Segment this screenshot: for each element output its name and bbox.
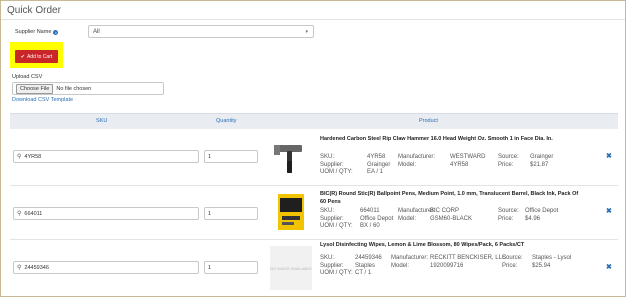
source-values-col: Staples - Lysol $25.94 (532, 255, 572, 269)
header-quantity: Quantity (216, 118, 237, 124)
sku-values-col: 4YR58 Grainger EA / 1 (367, 154, 391, 175)
close-icon[interactable]: ✖ (606, 207, 612, 215)
choose-file-button[interactable]: Choose File (16, 83, 54, 94)
sku-label-col: SKU: Supplier: UOM / QTY: (320, 154, 353, 175)
source-label-col: Source: Price: (498, 154, 519, 168)
supplier-label-text: Supplier Name (15, 29, 52, 35)
header-product: Product (419, 118, 438, 124)
sku-value: 4YR58 (24, 153, 42, 160)
table-row: ⚲ 24459346 1 NO IMAGE AVAILABLE Lysol Di… (10, 240, 618, 297)
header-sku: SKU (96, 118, 108, 124)
sku-value: 24459346 (24, 264, 49, 271)
search-icon: ⚲ (17, 154, 22, 160)
table-row: ⚲ 4YR58 1 Hardened Carbon Steel Rip Claw… (10, 129, 618, 186)
check-icon: ✔ (20, 53, 25, 60)
download-csv-template-link[interactable]: Download CSV Template (12, 97, 73, 103)
product-name: BIC(R) Round Stic(R) Ballpoint Pens, Med… (320, 191, 579, 205)
product-name: Hardened Carbon Steel Rip Claw Hammer 16… (320, 136, 553, 142)
chevron-down-icon: ▾ (305, 29, 308, 35)
sku-label-col: SKU: Supplier: UOM / QTY: (320, 255, 353, 276)
table-header: SKU Quantity Product (10, 113, 618, 129)
supplier-label: Supplier Name i (15, 29, 59, 35)
page-title: Quick Order (7, 5, 61, 16)
info-icon[interactable]: i (53, 29, 59, 35)
sku-label-col: SKU: Supplier: UOM / QTY: (320, 208, 353, 229)
quantity-input[interactable]: 1 (204, 207, 258, 220)
add-to-cart-button[interactable]: ✔ Add to Cart (15, 50, 58, 63)
supplier-selected-value: All (93, 29, 100, 35)
sku-input[interactable]: ⚲ 664011 (13, 207, 199, 220)
sku-value: 664011 (24, 210, 43, 217)
product-name: Lysol Disinfecting Wipes, Lemon & Lime B… (320, 242, 525, 248)
sku-input[interactable]: ⚲ 24459346 (13, 261, 199, 274)
search-icon: ⚲ (17, 211, 22, 217)
manufacturer-values-col: WESTWARD 4YR58 (450, 154, 486, 168)
sku-values-col: 24459346 Staples CT / 1 (355, 255, 382, 276)
source-label-col: Source: Price: (498, 208, 519, 222)
source-values-col: Grainger $21.87 (530, 154, 554, 168)
close-icon[interactable]: ✖ (606, 152, 612, 160)
file-status: No file chosen (56, 85, 92, 92)
manufacturer-label-col: Manufacturer: Model: (391, 255, 429, 269)
search-icon: ⚲ (17, 265, 22, 271)
upload-csv-label: Upload CSV (12, 74, 43, 80)
supplier-select[interactable]: All ▾ (88, 25, 314, 38)
manufacturer-values-col: BIC CORP GSM60-BLACK (430, 208, 473, 222)
close-icon[interactable]: ✖ (606, 263, 612, 271)
table-row: ⚲ 664011 1 BIC(R) Round Stic(R) Ballpoin… (10, 186, 618, 240)
source-values-col: Office Depot $4.96 (525, 208, 559, 222)
quantity-input[interactable]: 1 (204, 261, 258, 274)
manufacturer-values-col: RECKITT BENCKISER, LLC 1920099716 (430, 255, 507, 269)
file-input[interactable]: Choose File No file chosen (12, 82, 164, 95)
manufacturer-label-col: Manufacturer: Model: (398, 154, 436, 168)
no-image-placeholder: NO IMAGE AVAILABLE (270, 246, 312, 290)
product-image-hammer (274, 145, 302, 173)
quantity-input[interactable]: 1 (204, 150, 258, 163)
sku-input[interactable]: ⚲ 4YR58 (13, 150, 199, 163)
source-label-col: Source: Price: (502, 255, 523, 269)
product-image-pens (278, 194, 304, 230)
title-divider (1, 19, 625, 20)
sku-values-col: 664011 Office Depot BX / 60 (360, 208, 394, 229)
add-to-cart-label: Add to Cart (26, 53, 53, 60)
